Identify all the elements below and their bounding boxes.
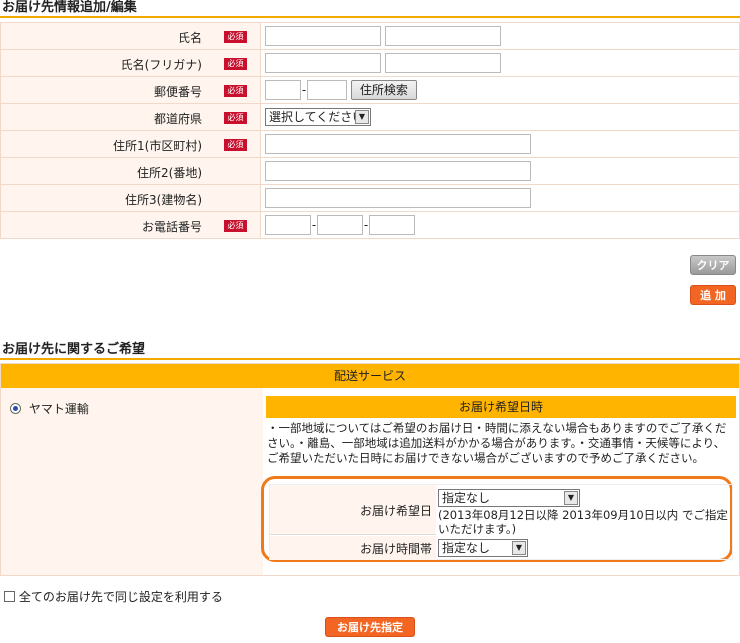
required-badge: 必須 [224, 112, 247, 124]
row-addr1: 住所1(市区町村) 必須 [0, 130, 740, 158]
label-addr1: 住所1(市区町村) [113, 139, 202, 153]
label-addr3: 住所3(建物名) [125, 193, 202, 207]
phone1-input[interactable] [265, 215, 311, 235]
label-name: 氏名 [177, 31, 202, 45]
label-addr2: 住所2(番地) [137, 166, 202, 180]
required-badge: 必須 [224, 58, 247, 70]
label-kana: 氏名(フリガナ) [120, 58, 202, 72]
phone2-input[interactable] [317, 215, 363, 235]
chevron-down-icon: ▼ [512, 541, 526, 555]
row-phone: お電話番号 必須 -- [0, 211, 740, 239]
same-setting-label: 全てのお届け先で同じ設定を利用する [18, 590, 223, 604]
clear-button[interactable]: クリア [690, 255, 736, 275]
label-pref: 都道府県 [153, 112, 202, 126]
time-select[interactable]: 指定なし ▼ [438, 539, 528, 557]
phone3-input[interactable] [369, 215, 415, 235]
carrier-label: ヤマト運輸 [28, 402, 89, 416]
submit-delivery-button[interactable]: お届け先指定 [325, 617, 415, 637]
zip1-input[interactable] [265, 80, 301, 100]
radio-icon [10, 403, 21, 414]
address3-input[interactable] [265, 188, 531, 208]
chevron-down-icon: ▼ [355, 110, 369, 124]
first-name-input[interactable] [384, 26, 501, 46]
date-note: (2013年08月12日以降 2013年09月10日以内 でご指定いただけます。… [438, 508, 728, 536]
row-name: 氏名 必須 [0, 22, 740, 50]
address-search-button[interactable]: 住所検索 [350, 80, 417, 100]
date-time-header: お届け希望日時 [266, 396, 736, 418]
checkbox-icon [4, 591, 15, 602]
add-button[interactable]: 追 加 [690, 285, 736, 305]
row-addr2: 住所2(番地) [0, 157, 740, 185]
row-zip: 郵便番号 必須 - 住所検索 [0, 76, 740, 104]
delivery-notice: ・一部地域についてはご希望のお届け日・時間に添えない場合もありますのでご了承くだ… [267, 421, 727, 465]
row-addr3: 住所3(建物名) [0, 184, 740, 212]
same-setting-checkbox[interactable]: 全てのお届け先で同じ設定を利用する [4, 588, 223, 605]
date-label: お届け希望日 [359, 504, 432, 518]
row-kana: 氏名(フリガナ) 必須 [0, 49, 740, 77]
section-title-delivery: お届け先に関するご希望 [0, 342, 740, 360]
first-kana-input[interactable] [384, 53, 501, 73]
required-badge: 必須 [224, 85, 247, 97]
section-title-address: お届け先情報追加/編集 [0, 0, 740, 18]
delivery-panel: 配送サービス ヤマト運輸 お届け希望日時 ・一部地域についてはご希望のお届け日・… [0, 363, 740, 576]
address-form: 氏名 必須 氏名(フリガナ) 必須 郵便番号 必須 - 住所検索 都道府県 必須 選択し… [0, 22, 740, 239]
required-badge: 必須 [224, 220, 247, 232]
address2-input[interactable] [265, 161, 531, 181]
required-badge: 必須 [224, 139, 247, 151]
label-phone: お電話番号 [141, 220, 202, 234]
address1-input[interactable] [265, 134, 531, 154]
label-zip: 郵便番号 [153, 85, 202, 99]
last-kana-input[interactable] [265, 53, 381, 73]
time-label: お届け時間帯 [359, 542, 432, 556]
prefecture-select[interactable]: 選択してください ▼ [265, 108, 371, 126]
chevron-down-icon: ▼ [564, 491, 578, 505]
delivery-service-header: 配送サービス [1, 364, 739, 388]
required-badge: 必須 [224, 31, 247, 43]
zip2-input[interactable] [307, 80, 347, 100]
carrier-radio[interactable]: ヤマト運輸 [10, 400, 89, 417]
date-select[interactable]: 指定なし ▼ [438, 489, 580, 507]
last-name-input[interactable] [265, 26, 381, 46]
row-pref: 都道府県 必須 選択してください ▼ [0, 103, 740, 131]
